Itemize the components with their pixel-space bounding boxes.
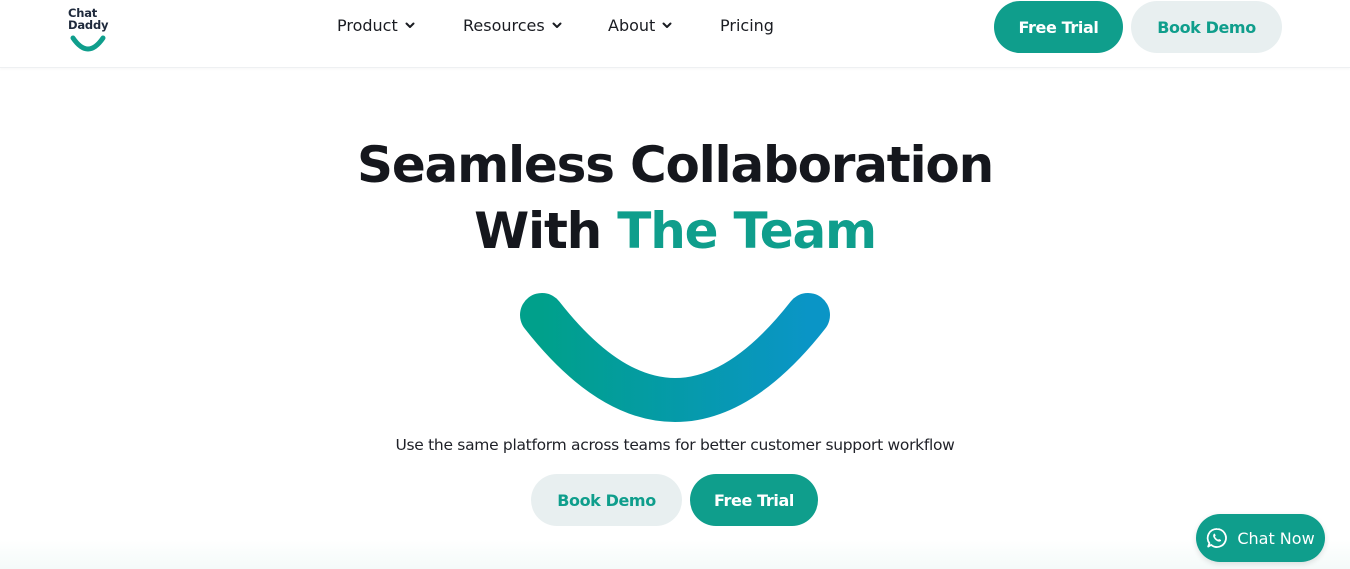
chat-now-button[interactable]: Chat Now	[1196, 514, 1325, 562]
chevron-down-icon	[405, 22, 415, 28]
section-fade	[0, 540, 1350, 569]
whatsapp-icon	[1207, 528, 1228, 548]
nav-resources[interactable]: Resources	[463, 16, 562, 35]
header-book-demo-button[interactable]: Book Demo	[1131, 1, 1282, 53]
nav-about-label: About	[608, 16, 656, 35]
nav-pricing-label: Pricing	[720, 16, 774, 35]
hero-title-plain: With	[474, 202, 618, 260]
site-header: Chat Daddy Product Resources About Prici…	[0, 0, 1350, 68]
logo-line-2: Daddy	[68, 18, 109, 32]
hero-book-demo-button[interactable]: Book Demo	[531, 474, 682, 526]
chat-now-label: Chat Now	[1237, 528, 1315, 548]
hero-title-line-2: With The Team	[0, 198, 1350, 264]
logo-smile-icon	[70, 35, 106, 52]
chevron-down-icon	[552, 22, 562, 28]
hero-title-accent: The Team	[617, 202, 877, 260]
chatdaddy-logo[interactable]: Chat Daddy	[68, 7, 118, 52]
hero-title-line-1: Seamless Collaboration	[357, 136, 994, 194]
nav-product-label: Product	[337, 16, 398, 35]
hero-smile-graphic	[520, 293, 830, 422]
nav-resources-label: Resources	[463, 16, 545, 35]
nav-product[interactable]: Product	[337, 16, 415, 35]
hero-free-trial-button[interactable]: Free Trial	[690, 474, 818, 526]
logo-wordmark: Chat Daddy	[68, 7, 118, 31]
nav-pricing[interactable]: Pricing	[720, 16, 774, 35]
chevron-down-icon	[662, 22, 672, 28]
nav-about[interactable]: About	[608, 16, 672, 35]
header-free-trial-button[interactable]: Free Trial	[994, 1, 1123, 53]
hero-subtitle: Use the same platform across teams for b…	[395, 436, 955, 454]
